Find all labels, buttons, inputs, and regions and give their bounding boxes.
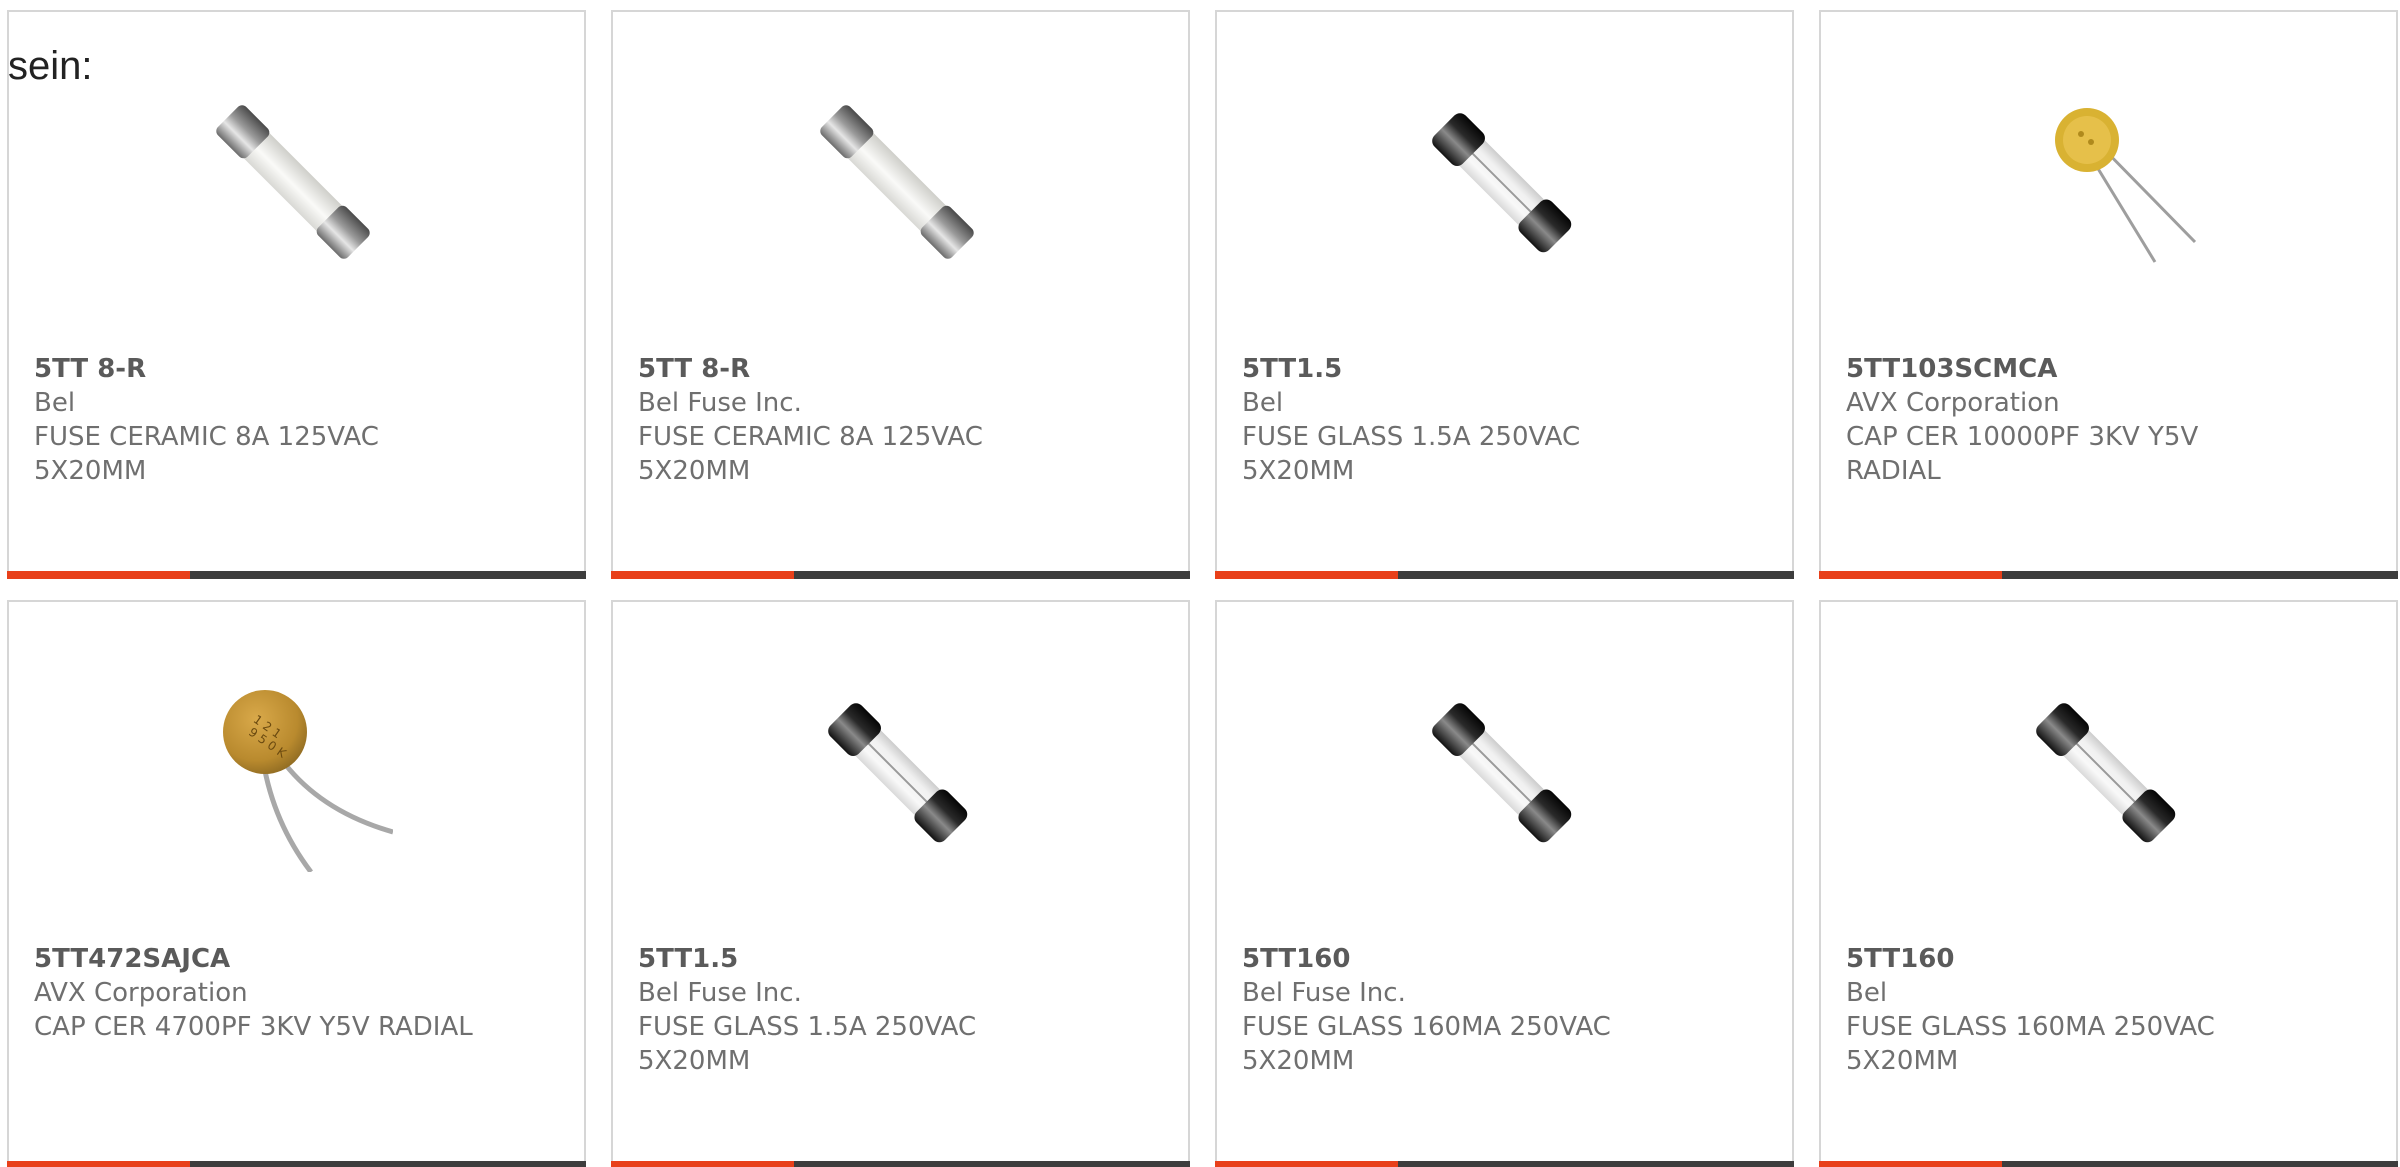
accent-bar-highlight [1819,571,2002,579]
product-info: 5TT 8-R Bel FUSE CERAMIC 8A 125VAC 5X20M… [34,352,564,488]
accent-bar-highlight [611,571,794,579]
card-accent-bar [7,1161,586,1167]
product-info: 5TT1.5 Bel FUSE GLASS 1.5A 250VAC 5X20MM [1242,352,1772,488]
part-number[interactable]: 5TT160 [1846,942,2376,976]
intro-text: sein: [8,44,93,88]
product-info: 5TT103SCMCA AVX Corporation CAP CER 1000… [1846,352,2376,488]
card-accent-bar [1819,1161,2398,1167]
card-accent-bar [611,571,1190,579]
part-number[interactable]: 5TT472SAJCA [34,942,564,976]
card-accent-bar [1819,571,2398,579]
accent-bar-base [1398,571,1794,579]
accent-bar-base [190,571,586,579]
product-card[interactable]: 1 2 1 9 5 0 K 5TT472SAJCA AVX Corporatio… [7,600,586,1167]
accent-bar-highlight [1215,571,1398,579]
manufacturer: Bel [1242,388,1284,418]
description: FUSE GLASS 160MA 250VAC 5X20MM [1242,1012,1611,1076]
product-card[interactable]: 5TT103SCMCA AVX Corporation CAP CER 1000… [1819,10,2398,579]
description: FUSE GLASS 160MA 250VAC 5X20MM [1846,1012,2215,1076]
product-info: 5TT160 Bel Fuse Inc. FUSE GLASS 160MA 25… [1242,942,1772,1078]
manufacturer: AVX Corporation [34,978,248,1008]
accent-bar-base [2002,1161,2398,1167]
glass-fuse-image [1401,672,1601,872]
manufacturer: AVX Corporation [1846,388,2060,418]
part-number[interactable]: 5TT 8-R [34,352,564,386]
part-number[interactable]: 5TT103SCMCA [1846,352,2376,386]
part-number[interactable]: 5TT160 [1242,942,1772,976]
manufacturer: Bel Fuse Inc. [1242,978,1406,1008]
description: FUSE CERAMIC 8A 125VAC 5X20MM [34,422,379,486]
product-card[interactable]: 5TT1.5 Bel Fuse Inc. FUSE GLASS 1.5A 250… [611,600,1190,1167]
glass-fuse-image [2005,672,2205,872]
accent-bar-base [2002,571,2398,579]
accent-bar-base [1398,1161,1794,1167]
accent-bar-base [794,571,1190,579]
accent-bar-highlight [7,571,190,579]
ceramic-capacitor-image: 1 2 1 9 5 0 K [193,672,393,872]
manufacturer: Bel Fuse Inc. [638,388,802,418]
description: CAP CER 4700PF 3KV Y5V RADIAL [34,1012,473,1042]
description: FUSE CERAMIC 8A 125VAC 5X20MM [638,422,983,486]
manufacturer: Bel Fuse Inc. [638,978,802,1008]
description: FUSE GLASS 1.5A 250VAC 5X20MM [1242,422,1581,486]
ceramic-capacitor-image [2005,82,2205,282]
card-accent-bar [7,571,586,579]
accent-bar-highlight [7,1161,190,1167]
card-accent-bar [611,1161,1190,1167]
card-accent-bar [1215,1161,1794,1167]
accent-bar-base [190,1161,586,1167]
product-card[interactable]: 5TT 8-R Bel Fuse Inc. FUSE CERAMIC 8A 12… [611,10,1190,579]
accent-bar-base [794,1161,1190,1167]
product-info: 5TT 8-R Bel Fuse Inc. FUSE CERAMIC 8A 12… [638,352,1168,488]
part-number[interactable]: 5TT1.5 [638,942,1168,976]
product-info: 5TT472SAJCA AVX Corporation CAP CER 4700… [34,942,564,1044]
ceramic-fuse-image [193,82,393,282]
part-number[interactable]: 5TT1.5 [1242,352,1772,386]
ceramic-fuse-image [797,82,997,282]
product-card[interactable]: 5TT 8-R Bel FUSE CERAMIC 8A 125VAC 5X20M… [7,10,586,579]
card-accent-bar [1215,571,1794,579]
product-info: 5TT160 Bel FUSE GLASS 160MA 250VAC 5X20M… [1846,942,2376,1078]
accent-bar-highlight [1819,1161,2002,1167]
product-info: 5TT1.5 Bel Fuse Inc. FUSE GLASS 1.5A 250… [638,942,1168,1078]
product-card[interactable]: 5TT160 Bel Fuse Inc. FUSE GLASS 160MA 25… [1215,600,1794,1167]
glass-fuse-image [797,672,997,872]
product-card[interactable]: 5TT1.5 Bel FUSE GLASS 1.5A 250VAC 5X20MM [1215,10,1794,579]
description: FUSE GLASS 1.5A 250VAC 5X20MM [638,1012,977,1076]
manufacturer: Bel [1846,978,1888,1008]
manufacturer: Bel [34,388,76,418]
product-grid: 5TT 8-R Bel FUSE CERAMIC 8A 125VAC 5X20M… [7,10,2400,1167]
product-card[interactable]: 5TT160 Bel FUSE GLASS 160MA 250VAC 5X20M… [1819,600,2398,1167]
description: CAP CER 10000PF 3KV Y5V RADIAL [1846,422,2199,486]
part-number[interactable]: 5TT 8-R [638,352,1168,386]
accent-bar-highlight [611,1161,794,1167]
accent-bar-highlight [1215,1161,1398,1167]
glass-fuse-image [1401,82,1601,282]
